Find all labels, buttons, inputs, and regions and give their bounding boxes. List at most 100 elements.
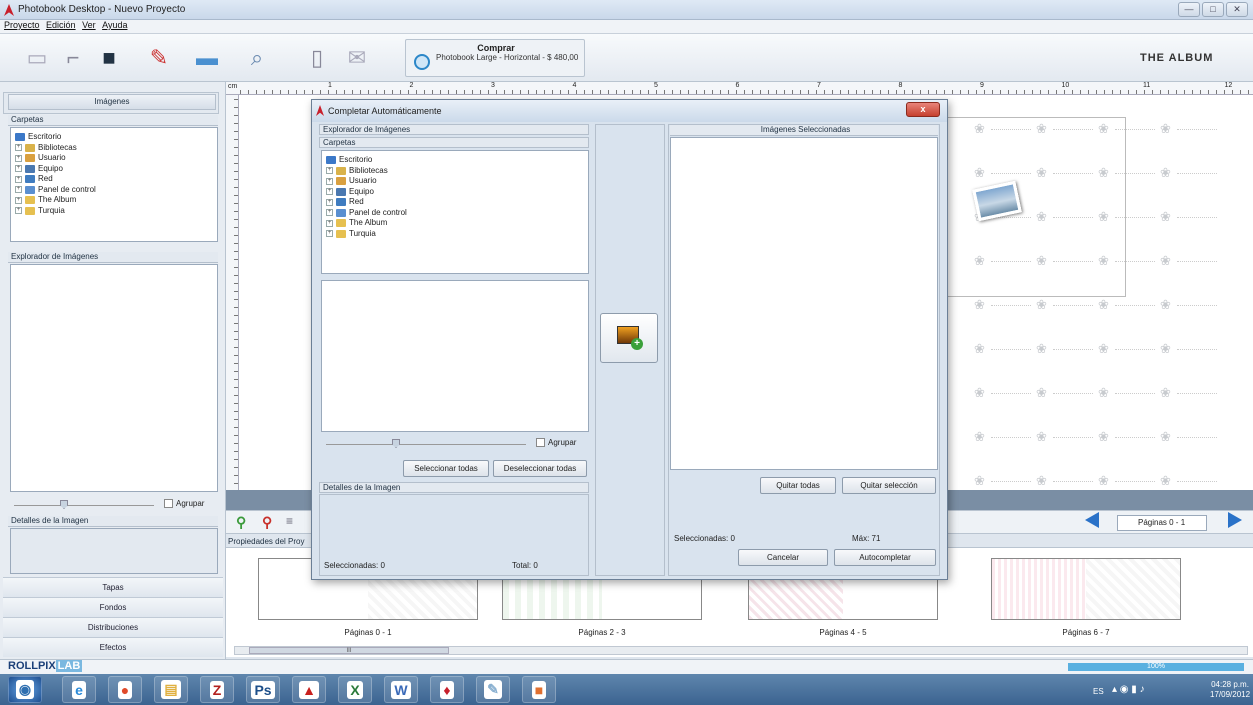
tray-icons[interactable]: ▴ ◉ ▮ ♪ [1112,684,1145,695]
pattern-flower: ❀ [974,473,985,488]
tree-item[interactable]: + Panel de control [324,208,586,219]
expand-icon[interactable]: + [15,196,22,204]
project-properties-label: Propiedades del Proy [228,537,305,546]
autocomplete-button[interactable]: Autocompletar [834,549,936,566]
expand-icon[interactable]: + [15,154,22,162]
selected-images-list[interactable] [670,137,938,470]
expand-icon[interactable]: + [15,175,22,183]
rollpix-lab: LAB [55,660,83,672]
nav-distribuciones[interactable]: Distribuciones [3,617,223,637]
menu-ayuda[interactable]: Ayuda [102,20,127,30]
taskbar-item[interactable]: X [338,676,372,703]
tree-item[interactable]: + Turquia [324,229,586,240]
image-explorer[interactable] [10,264,218,492]
tree-item[interactable]: + Turquia [13,206,215,217]
cancel-button[interactable]: Cancelar [738,549,828,566]
taskbar-item[interactable]: ▤ [154,676,188,703]
tree-item[interactable]: + Usuario [13,153,215,164]
tree-item[interactable]: + The Album [324,218,586,229]
tree-item[interactable]: + The Album [13,195,215,206]
export-icon[interactable]: ▯ [300,40,334,76]
tree-item[interactable]: + Panel de control [13,185,215,196]
deselect-all-button[interactable]: Deseleccionar todas [493,460,587,477]
expand-icon[interactable]: + [326,219,333,227]
dialog-image-explorer[interactable] [321,280,589,432]
details-header: Detalles de la Imagen [8,516,218,527]
scroll-thumb[interactable]: III [249,647,449,654]
dialog-close-button[interactable]: x [906,102,940,117]
tree-item[interactable]: + Bibliotecas [13,143,215,154]
expand-icon[interactable]: + [15,186,22,194]
next-page-icon[interactable] [1228,512,1242,528]
menu-ver[interactable]: Ver [82,20,96,30]
language-indicator[interactable]: ES [1093,687,1104,696]
preview-screen-icon[interactable]: ▬ [190,40,224,76]
menu-proyecto[interactable]: Proyecto [4,20,40,30]
expand-icon[interactable]: + [326,177,333,185]
acrobat-icon: ▲ [299,680,319,699]
dialog-folder-tree[interactable]: Escritorio + Bibliotecas + Usuario + Equipo + Re… [321,150,589,274]
remove-all-button[interactable]: Quitar todas [760,477,836,494]
buy-button[interactable]: Comprar Photobook Large - Horizontal - $… [405,39,585,77]
new-document-icon[interactable]: ▭ [20,40,54,76]
taskbar-item[interactable]: W [384,676,418,703]
tree-item[interactable]: + Equipo [13,164,215,175]
nav-fondos[interactable]: Fondos [3,597,223,617]
expand-icon[interactable]: + [326,188,333,196]
expand-icon[interactable]: + [15,144,22,152]
horizontal-scrollbar[interactable]: III [234,646,1248,655]
folder-tree[interactable]: Escritorio + Bibliotecas + Usuario + Equipo + Re… [10,127,218,242]
tree-item[interactable]: Escritorio [324,155,586,166]
tree-item[interactable]: + Bibliotecas [324,166,586,177]
add-images-button[interactable]: + [600,313,658,363]
tree-item[interactable]: + Red [13,174,215,185]
taskbar-item[interactable]: ✎ [476,676,510,703]
dialog-size-slider[interactable] [326,439,526,449]
list-icon[interactable]: ≡ [286,514,293,528]
taskbar-item[interactable]: ▲ [292,676,326,703]
minimize-button[interactable]: — [1178,2,1200,17]
tree-item[interactable]: + Red [324,197,586,208]
tree-item[interactable]: + Usuario [324,176,586,187]
save-icon[interactable]: ■ [92,40,126,76]
nav-tapas[interactable]: Tapas [3,577,223,597]
open-folder-icon[interactable]: ⌐ [56,40,90,76]
expand-icon[interactable]: + [326,198,333,206]
menu-edicion[interactable]: Edición [46,20,76,30]
expand-icon[interactable]: + [326,209,333,217]
upload-icon[interactable]: ✉ [340,40,374,76]
expand-icon[interactable]: + [326,230,333,238]
maximize-button[interactable]: □ [1202,2,1224,17]
select-all-button[interactable]: Seleccionar todas [403,460,489,477]
taskbar-item[interactable]: Ps [246,676,280,703]
wizard-icon[interactable]: ✎ [142,40,176,76]
zoom-preview-icon[interactable]: ⌕ [240,40,274,76]
library-icon [25,143,35,152]
taskbar-item[interactable]: ● [108,676,142,703]
tree-item[interactable]: + Equipo [324,187,586,198]
taskbar-item[interactable]: ♦ [430,676,464,703]
agrupar-checkbox[interactable] [164,499,173,509]
thumbnail-pages-6-7[interactable] [991,558,1181,620]
taskbar-item[interactable]: Z [200,676,234,703]
taskbar-item[interactable]: e [62,676,96,703]
taskbar-item[interactable]: ◉ [8,676,42,703]
thumbnail-label: Páginas 6 - 7 [1062,628,1110,637]
add-page-icon[interactable]: ⚲ [236,514,246,531]
thumbnail-size-slider[interactable] [14,500,154,510]
close-button[interactable]: ✕ [1226,2,1248,17]
expand-icon[interactable]: + [15,165,22,173]
remove-selection-button[interactable]: Quitar selección [842,477,936,494]
images-tab[interactable]: Imágenes [8,94,216,110]
expand-icon[interactable]: + [15,207,22,215]
page-selector[interactable]: Páginas 0 - 1 [1117,515,1207,531]
expand-icon[interactable]: + [326,167,333,175]
nav-efectos[interactable]: Efectos [3,637,223,657]
dialog-agrupar-checkbox[interactable] [536,438,545,448]
clock[interactable]: 04:28 p.m. 17/09/2012 [1210,680,1250,700]
taskbar-item[interactable]: ■ [522,676,556,703]
tree-item[interactable]: Escritorio [13,132,215,143]
remove-page-icon[interactable]: ⚲ [262,514,272,531]
title-bar: Photobook Desktop - Nuevo Proyecto — □ ✕ [0,0,1253,20]
prev-page-icon[interactable] [1085,512,1099,528]
